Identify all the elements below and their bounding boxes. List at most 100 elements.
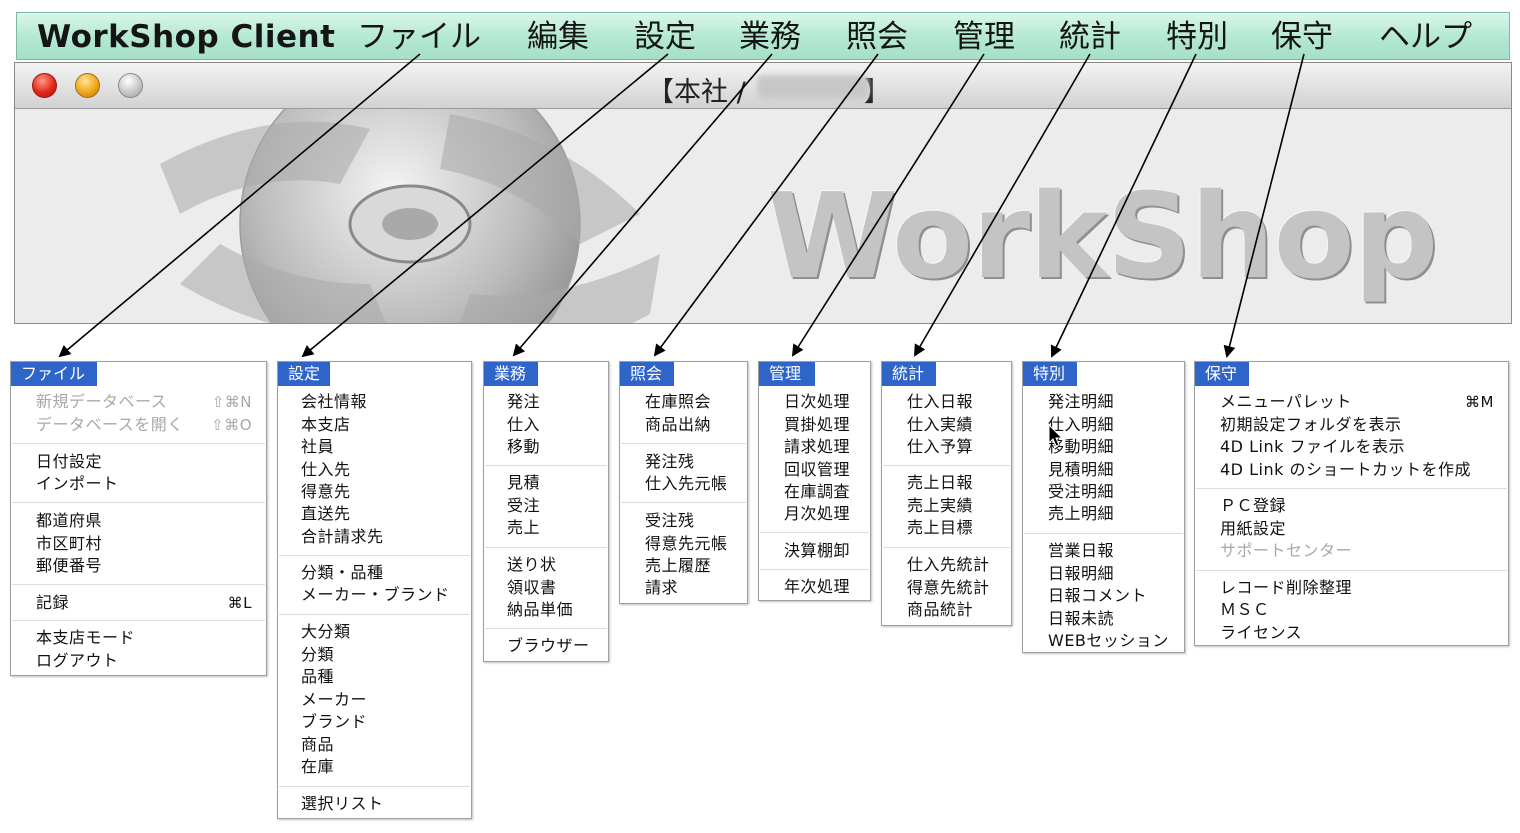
special-menu-title: 特別	[1023, 362, 1077, 386]
menubar-inquiry[interactable]: 照会	[846, 17, 908, 57]
menu-item-daily-details[interactable]: 日報明細	[1048, 563, 1114, 585]
minimize-button[interactable]	[75, 73, 100, 98]
menu-item-company-info[interactable]: 会社情報	[301, 391, 367, 413]
menu-item-menu-palette[interactable]: メニューパレット ⌘M	[1220, 391, 1508, 413]
menu-item-sales-history[interactable]: 売上履歴	[645, 555, 711, 577]
menubar-maintenance[interactable]: 保守	[1271, 17, 1333, 57]
menu-item-invoice-slip[interactable]: 送り状	[507, 554, 557, 576]
menu-item-billing[interactable]: 請求	[645, 577, 678, 599]
menubar-settings[interactable]: 設定	[634, 17, 696, 57]
menu-item-closing-inventory[interactable]: 決算棚卸	[784, 540, 850, 562]
menu-item-stock-inquiry[interactable]: 在庫照会	[645, 391, 711, 413]
menu-item-product-stats[interactable]: 商品統計	[907, 599, 973, 621]
menu-item-purchase-daily[interactable]: 仕入日報	[907, 391, 973, 413]
menu-item-delivery-price[interactable]: 納品単価	[507, 599, 573, 621]
menu-item-billing-process[interactable]: 請求処理	[784, 436, 850, 458]
app-name-menu[interactable]: WorkShop Client	[37, 17, 335, 57]
menu-item-estimate[interactable]: 見積	[507, 472, 540, 494]
menu-item-yearly-process[interactable]: 年次処理	[784, 576, 850, 598]
menu-item-create-4dlink-shortcut[interactable]: 4D Link のショートカットを作成	[1220, 459, 1471, 481]
mouse-pointer-icon	[1048, 424, 1064, 447]
menu-item-brand[interactable]: ブランド	[301, 711, 367, 733]
menu-item-record-cleanup[interactable]: レコード削除整理	[1220, 577, 1352, 599]
window-title-start: 【本社 /	[647, 77, 746, 108]
window-titlebar[interactable]: 【本社 /】	[15, 63, 1511, 109]
menubar-statistics[interactable]: 統計	[1059, 17, 1121, 57]
menu-item-sales-details[interactable]: 売上明細	[1048, 503, 1114, 525]
menu-item-log[interactable]: 記録 ⌘L	[36, 592, 266, 614]
menu-item-customers[interactable]: 得意先	[301, 481, 351, 503]
menu-item-billing-dest[interactable]: 合計請求先	[301, 526, 384, 548]
menu-item-purchase-budget[interactable]: 仕入予算	[907, 436, 973, 458]
menu-item-purchase[interactable]: 仕入	[507, 414, 540, 436]
menu-item-sales-results[interactable]: 売上実績	[907, 495, 973, 517]
menu-item-date-settings[interactable]: 日付設定	[36, 451, 102, 473]
management-menu: 管理 日次処理 買掛処理 請求処理 回収管理 在庫調査 月次処理 決算棚卸 年次…	[758, 361, 871, 601]
menu-item-receive-order[interactable]: 受注	[507, 495, 540, 517]
menu-item-payables[interactable]: 買掛処理	[784, 414, 850, 436]
menu-item-label: 新規データベース	[36, 392, 168, 411]
menu-item-kind[interactable]: 品種	[301, 666, 334, 688]
menu-item-page-setup[interactable]: 用紙設定	[1220, 518, 1286, 540]
menu-item-sales-target[interactable]: 売上目標	[907, 517, 973, 539]
zoom-button[interactable]	[118, 73, 143, 98]
menu-item-supplier-stats[interactable]: 仕入先統計	[907, 554, 990, 576]
menu-item-browser[interactable]: ブラウザー	[507, 635, 590, 657]
menu-item-customer-ledger[interactable]: 得意先元帳	[645, 533, 728, 555]
menu-item-direct-ship[interactable]: 直送先	[301, 503, 351, 525]
menu-item-category-kind[interactable]: 分類・品種	[301, 562, 384, 584]
menu-item-stock[interactable]: 在庫	[301, 756, 334, 778]
menu-item-msc[interactable]: ＭＳＣ	[1220, 599, 1270, 621]
menu-item-category[interactable]: 分類	[301, 644, 334, 666]
menu-item-received-backlog[interactable]: 受注残	[645, 510, 695, 532]
menu-item-pc-registration[interactable]: ＰＣ登録	[1220, 495, 1286, 517]
menu-item-employees[interactable]: 社員	[301, 436, 334, 458]
menu-item-order-backlog[interactable]: 発注残	[645, 451, 695, 473]
menu-item-stock-survey[interactable]: 在庫調査	[784, 481, 850, 503]
menu-separator	[1196, 570, 1507, 571]
menu-item-estimate-details[interactable]: 見積明細	[1048, 459, 1114, 481]
menu-item-daily-unread[interactable]: 日報未読	[1048, 608, 1114, 630]
menubar-file[interactable]: ファイル	[357, 17, 481, 57]
menu-item-major-category[interactable]: 大分類	[301, 621, 351, 643]
menu-item-transfer[interactable]: 移動	[507, 436, 540, 458]
menu-item-branch-mode[interactable]: 本支店モード	[36, 627, 135, 649]
menu-item-products[interactable]: 商品	[301, 734, 334, 756]
menu-item-show-prefs-folder[interactable]: 初期設定フォルダを表示	[1220, 414, 1402, 436]
menu-item-suppliers[interactable]: 仕入先	[301, 459, 351, 481]
menu-item-maker[interactable]: メーカー	[301, 689, 367, 711]
menubar-business[interactable]: 業務	[739, 17, 801, 57]
menu-item-supplier-ledger[interactable]: 仕入先元帳	[645, 473, 728, 495]
menu-item-daily-comments[interactable]: 日報コメント	[1048, 585, 1147, 607]
menu-item-municipalities[interactable]: 市区町村	[36, 533, 102, 555]
menubar-management[interactable]: 管理	[953, 17, 1015, 57]
menu-item-business-daily[interactable]: 営業日報	[1048, 540, 1114, 562]
menu-item-received-details[interactable]: 受注明細	[1048, 481, 1114, 503]
menu-item-maker-brand[interactable]: メーカー・ブランド	[301, 584, 450, 606]
menu-item-daily-process[interactable]: 日次処理	[784, 391, 850, 413]
menubar-help[interactable]: ヘルプ	[1379, 17, 1472, 57]
menu-item-order-details[interactable]: 発注明細	[1048, 391, 1114, 413]
menu-item-receipt[interactable]: 領収書	[507, 577, 557, 599]
menu-item-sales-daily[interactable]: 売上日報	[907, 472, 973, 494]
menu-item-show-4dlink-file[interactable]: 4D Link ファイルを表示	[1220, 436, 1405, 458]
menu-item-purchase-results[interactable]: 仕入実績	[907, 414, 973, 436]
menu-item-order[interactable]: 発注	[507, 391, 540, 413]
menubar-edit[interactable]: 編集	[527, 17, 589, 57]
close-button[interactable]	[32, 73, 57, 98]
menu-item-customer-stats[interactable]: 得意先統計	[907, 577, 990, 599]
business-menu-title: 業務	[484, 362, 538, 386]
menu-item-collection[interactable]: 回収管理	[784, 459, 850, 481]
menu-item-logout[interactable]: ログアウト	[36, 650, 119, 672]
menu-item-product-ledger[interactable]: 商品出納	[645, 414, 711, 436]
menu-item-license[interactable]: ライセンス	[1220, 622, 1302, 644]
menu-item-prefectures[interactable]: 都道府県	[36, 510, 102, 532]
menu-item-selection-list[interactable]: 選択リスト	[301, 793, 384, 815]
menu-item-monthly-process[interactable]: 月次処理	[784, 503, 850, 525]
menu-item-sales[interactable]: 売上	[507, 517, 540, 539]
menu-item-import[interactable]: インポート	[36, 473, 119, 495]
menubar-special[interactable]: 特別	[1166, 17, 1228, 57]
menu-item-branches[interactable]: 本支店	[301, 414, 351, 436]
menu-item-postal-codes[interactable]: 郵便番号	[36, 555, 102, 577]
menu-item-web-session[interactable]: WEBセッション	[1048, 630, 1169, 652]
